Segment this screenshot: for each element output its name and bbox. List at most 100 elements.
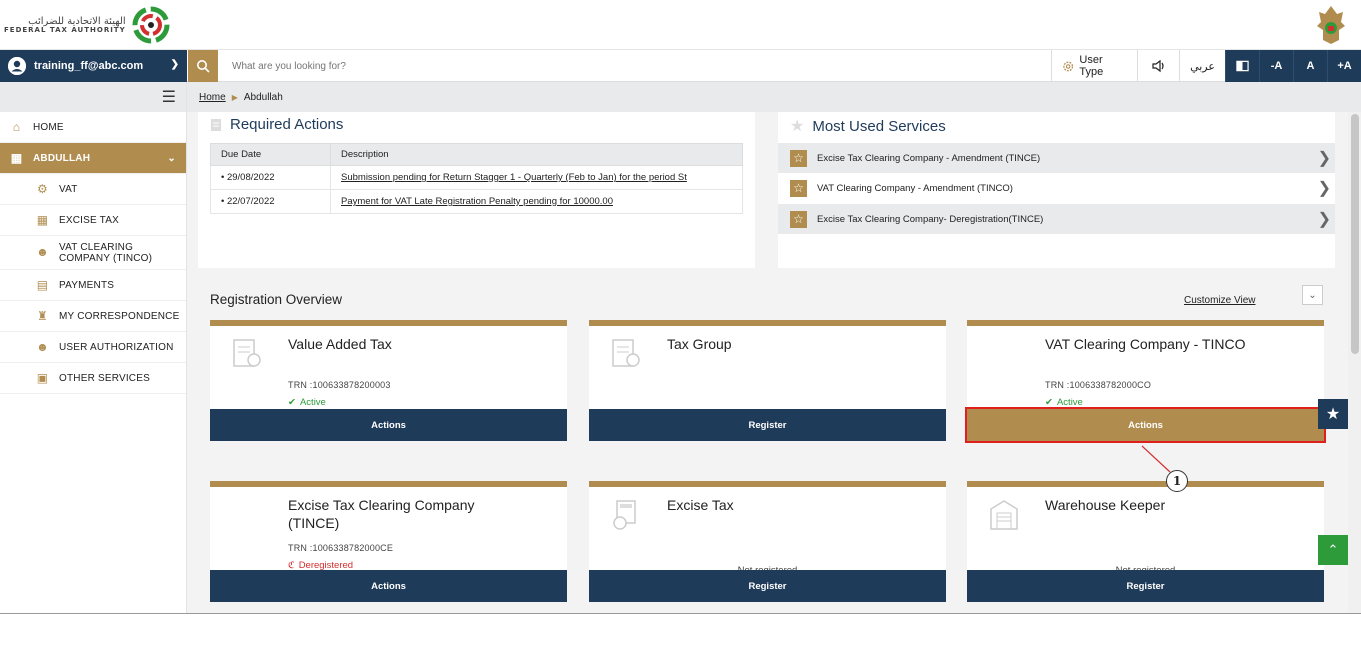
table-row: • 29/08/2022 Submission pending for Retu…: [210, 165, 743, 190]
star-icon: ☆: [790, 210, 807, 228]
chevron-down-icon: ⌄: [1308, 289, 1317, 301]
sidebar-item-excise-tax[interactable]: ▦ EXCISE TAX: [0, 205, 186, 236]
customize-view-link[interactable]: Customize View: [1184, 295, 1256, 306]
search-input[interactable]: [222, 56, 822, 76]
register-button[interactable]: Register: [589, 570, 946, 602]
sidebar-item-my-correspondence[interactable]: ♜ MY CORRESPONDENCE: [0, 301, 186, 332]
service-label: Excise Tax Clearing Company- Deregistrat…: [817, 213, 1044, 225]
contrast-icon: [1236, 60, 1249, 72]
service-label: Excise Tax Clearing Company - Amendment …: [817, 152, 1041, 164]
sidebar-item-user-authorization[interactable]: ☻ USER AUTHORIZATION: [0, 332, 186, 363]
contrast-button[interactable]: [1225, 50, 1259, 82]
top-header: الهيئة الاتحادية للضرائب FEDERAL TAX AUT…: [0, 0, 1361, 50]
registration-overview-title: Registration Overview: [210, 292, 343, 307]
scroll-top-button[interactable]: ⌃: [1318, 535, 1348, 565]
user-type-button[interactable]: User Type: [1051, 50, 1137, 82]
search-icon: [197, 60, 210, 73]
chevron-right-icon: ❯: [1317, 180, 1331, 197]
most-used-services-panel: ★ Most Used Services ☆ Excise Tax Cleari…: [778, 112, 1335, 268]
sidebar-item-payments[interactable]: ▤ PAYMENTS: [0, 270, 186, 301]
status-badge: ✔ Active: [288, 397, 326, 408]
font-normal-button[interactable]: A: [1293, 50, 1327, 82]
logo-arabic-text: الهيئة الاتحادية للضرائب: [28, 15, 126, 27]
registration-card-vat: Value Added Tax TRN :100633878200003 ✔ A…: [210, 320, 567, 441]
sidebar-item-label: VAT: [59, 183, 78, 195]
column-header: Description: [330, 143, 743, 166]
table-row: • 22/07/2022 Payment for VAT Late Regist…: [210, 189, 743, 214]
sidebar-item-label: MY CORRESPONDENCE: [59, 310, 180, 322]
service-item[interactable]: ☆ Excise Tax Clearing Company- Deregistr…: [778, 204, 1335, 234]
app-window: الهيئة الاتحادية للضرائب FEDERAL TAX AUT…: [0, 0, 1361, 614]
card-title: Value Added Tax: [288, 336, 392, 352]
grid-icon: ▦: [10, 151, 23, 165]
required-actions-table: Due Date Description • 29/08/2022 Submis…: [210, 143, 743, 214]
service-item[interactable]: ☆ VAT Clearing Company - Amendment (TINC…: [778, 173, 1335, 203]
service-item[interactable]: ☆ Excise Tax Clearing Company - Amendmen…: [778, 143, 1335, 173]
sidebar-item-home[interactable]: ⌂ HOME: [0, 112, 186, 143]
fta-logo[interactable]: الهيئة الاتحادية للضرائب FEDERAL TAX AUT…: [4, 4, 170, 46]
chevron-down-icon: ❯: [170, 59, 179, 70]
trn-number: TRN :1006338782000CE: [288, 543, 394, 553]
hamburger-row: ☰: [0, 82, 186, 112]
breadcrumb-current: Abdullah: [243, 91, 283, 103]
sidebar: ☰ ⌂ HOME ▦ ABDULLAH ⌄ ⚙ VAT ▦ EXCISE TAX…: [0, 82, 187, 613]
registration-card-tax-group: Tax Group Register: [589, 320, 946, 441]
speaker-button[interactable]: [1137, 50, 1179, 82]
font-increase-button[interactable]: +A: [1327, 50, 1361, 82]
actions-button[interactable]: Actions: [210, 570, 567, 602]
clipboard-icon: ▣: [36, 371, 49, 385]
trn-number: TRN :100633878200003: [288, 380, 391, 390]
scrollbar[interactable]: [1348, 112, 1361, 613]
user-menu[interactable]: training_ff@abc.com ❯: [0, 50, 187, 82]
actions-button[interactable]: Actions: [210, 409, 567, 441]
register-button[interactable]: Register: [589, 409, 946, 441]
chevron-right-icon: ❯: [1317, 150, 1331, 167]
tax-document-icon: [612, 339, 640, 367]
sidebar-item-vat[interactable]: ⚙ VAT: [0, 174, 186, 205]
logo-english-text: FEDERAL TAX AUTHORITY: [4, 25, 126, 34]
sidebar-item-other-services[interactable]: ▣ OTHER SERVICES: [0, 363, 186, 394]
column-header: Due Date: [210, 143, 331, 166]
user-icon: ☻: [36, 244, 49, 259]
scrollbar-thumb[interactable]: [1351, 114, 1359, 354]
status-label: Active: [299, 397, 326, 408]
breadcrumb-home-link[interactable]: Home: [199, 92, 226, 103]
star-icon: ★: [1325, 406, 1341, 423]
registration-card-tince: Excise Tax Clearing Company (TINCE) TRN …: [210, 481, 567, 602]
star-icon: ★: [790, 118, 805, 135]
description-link[interactable]: Submission pending for Return Stagger 1 …: [330, 165, 743, 190]
document-icon: [211, 118, 221, 131]
favorites-button[interactable]: ★: [1318, 399, 1348, 429]
registration-card-tinco: VAT Clearing Company - TINCO TRN :100633…: [965, 320, 1326, 443]
search-button[interactable]: [188, 50, 218, 82]
required-actions-panel: Required Actions Due Date Description • …: [198, 112, 755, 268]
status-badge: ✔ Active: [1045, 397, 1083, 408]
sidebar-item-vat-clearing-company[interactable]: ☻ VAT CLEARING COMPANY (TINCO): [0, 236, 186, 270]
double-chevron-up-icon: ⌃: [1327, 542, 1339, 557]
card-title: Excise Tax Clearing Company (TINCE): [288, 497, 475, 531]
sidebar-item-label: HOME: [33, 121, 64, 133]
description-link[interactable]: Payment for VAT Late Registration Penalt…: [330, 189, 743, 214]
due-date-cell: • 22/07/2022: [210, 189, 331, 214]
calculator-icon: [613, 500, 636, 530]
star-icon: ☆: [790, 179, 807, 197]
payment-icon: ▤: [36, 278, 49, 292]
language-toggle[interactable]: عربي: [1179, 50, 1225, 82]
card-title: Excise Tax: [667, 497, 734, 513]
user-email: training_ff@abc.com: [34, 60, 144, 72]
vat-icon: ⚙: [37, 182, 48, 196]
card-title: Warehouse Keeper: [1045, 497, 1166, 513]
font-decrease-button[interactable]: -A: [1259, 50, 1293, 82]
actions-button[interactable]: Actions: [965, 407, 1326, 443]
register-button[interactable]: Register: [967, 570, 1324, 602]
sidebar-item-label: VAT CLEARING COMPANY (TINCO): [59, 241, 153, 264]
sidebar-item-abdullah[interactable]: ▦ ABDULLAH ⌄: [0, 143, 186, 174]
required-actions-title: Required Actions: [230, 116, 344, 133]
sidebar-item-label: ABDULLAH: [33, 152, 91, 164]
gear-icon: [1063, 61, 1074, 71]
collapse-button[interactable]: ⌄: [1302, 285, 1323, 305]
breadcrumb-arrow-icon: ▶: [231, 92, 238, 102]
status-label: Active: [1056, 397, 1083, 408]
sidebar-item-label: USER AUTHORIZATION: [59, 341, 174, 353]
hamburger-menu-icon[interactable]: ☰: [162, 87, 176, 107]
